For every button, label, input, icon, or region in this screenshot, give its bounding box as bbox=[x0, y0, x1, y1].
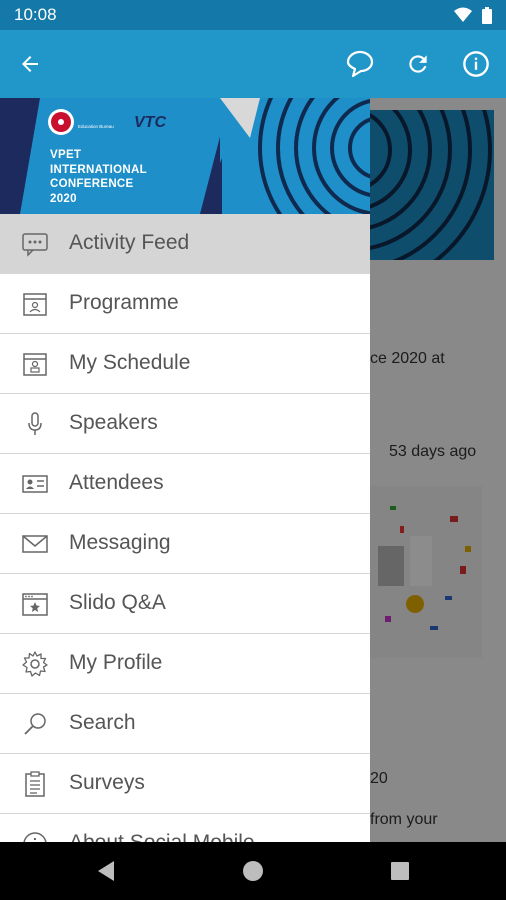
info-button[interactable] bbox=[456, 44, 496, 84]
menu-item-search[interactable]: Search bbox=[0, 694, 370, 754]
status-time: 10:08 bbox=[14, 5, 57, 24]
conference-title: VPET INTERNATIONAL CONFERENCE 2020 bbox=[50, 148, 147, 206]
menu-item-programme[interactable]: Programme bbox=[0, 274, 370, 334]
battery-icon bbox=[482, 6, 492, 24]
drawer-header: Education Bureau VTC VPET INTERNATIONAL … bbox=[0, 98, 370, 214]
menu-item-label: Messaging bbox=[69, 531, 171, 554]
menu-item-label: My Profile bbox=[69, 651, 163, 674]
status-bar: 10:08 bbox=[0, 0, 506, 30]
drawer-menu: Activity Feed Programme My Schedule Spea… bbox=[0, 214, 370, 842]
title-line: CONFERENCE bbox=[50, 178, 134, 190]
nav-home-icon[interactable] bbox=[241, 859, 265, 883]
refresh-icon bbox=[409, 55, 427, 73]
clipboard-icon bbox=[25, 771, 45, 797]
menu-item-label: Speakers bbox=[69, 411, 158, 434]
menu-item-label: About Social Mobile bbox=[69, 831, 255, 842]
chat-bubble-icon bbox=[22, 233, 48, 257]
system-nav-bar bbox=[0, 842, 506, 900]
menu-item-label: Slido Q&A bbox=[69, 591, 166, 614]
header-logos: Education Bureau VTC bbox=[46, 108, 176, 136]
menu-item-label: Attendees bbox=[69, 471, 164, 494]
status-icons bbox=[454, 6, 492, 24]
menu-item-about[interactable]: About Social Mobile bbox=[0, 814, 370, 842]
menu-item-speakers[interactable]: Speakers bbox=[0, 394, 370, 454]
search-icon bbox=[24, 713, 46, 735]
title-line: INTERNATIONAL bbox=[50, 163, 147, 176]
menu-item-label: Activity Feed bbox=[69, 231, 190, 254]
menu-item-label: Search bbox=[69, 711, 136, 734]
nav-recents-icon[interactable] bbox=[391, 862, 409, 880]
window-star-icon bbox=[22, 593, 48, 616]
menu-item-activity-feed[interactable]: Activity Feed bbox=[0, 214, 370, 274]
menu-item-my-profile[interactable]: My Profile bbox=[0, 634, 370, 694]
menu-item-surveys[interactable]: Surveys bbox=[0, 754, 370, 814]
education-bureau-label: Education Bureau bbox=[78, 124, 114, 129]
menu-item-label: My Schedule bbox=[69, 351, 191, 374]
app-bar bbox=[0, 30, 506, 98]
calendar-person-icon bbox=[23, 353, 47, 376]
menu-item-my-schedule[interactable]: My Schedule bbox=[0, 334, 370, 394]
title-line: 2020 bbox=[50, 192, 77, 205]
nav-back-icon[interactable] bbox=[96, 860, 116, 882]
id-card-icon bbox=[22, 475, 48, 493]
menu-item-messaging[interactable]: Messaging bbox=[0, 514, 370, 574]
wifi-icon bbox=[454, 7, 472, 22]
menu-item-slido-qa[interactable]: Slido Q&A bbox=[0, 574, 370, 634]
menu-item-attendees[interactable]: Attendees bbox=[0, 454, 370, 514]
back-button[interactable] bbox=[10, 44, 50, 84]
refresh-button[interactable] bbox=[398, 44, 438, 84]
title-line: VPET bbox=[50, 149, 82, 161]
navigation-drawer: Education Bureau VTC VPET INTERNATIONAL … bbox=[0, 98, 370, 842]
info-icon bbox=[463, 51, 489, 77]
arrow-back-icon bbox=[22, 56, 38, 72]
microphone-icon bbox=[28, 412, 42, 435]
envelope-icon bbox=[22, 535, 48, 553]
vtc-logo: VTC bbox=[134, 114, 166, 131]
calendar-icon bbox=[23, 293, 47, 316]
chat-icon bbox=[346, 50, 374, 78]
info-circle-icon bbox=[23, 832, 47, 842]
bauhinia-logo-icon bbox=[48, 109, 74, 135]
menu-item-label: Programme bbox=[69, 291, 179, 314]
chat-button[interactable] bbox=[340, 44, 380, 84]
menu-item-label: Surveys bbox=[69, 771, 145, 794]
gear-icon bbox=[22, 651, 48, 677]
